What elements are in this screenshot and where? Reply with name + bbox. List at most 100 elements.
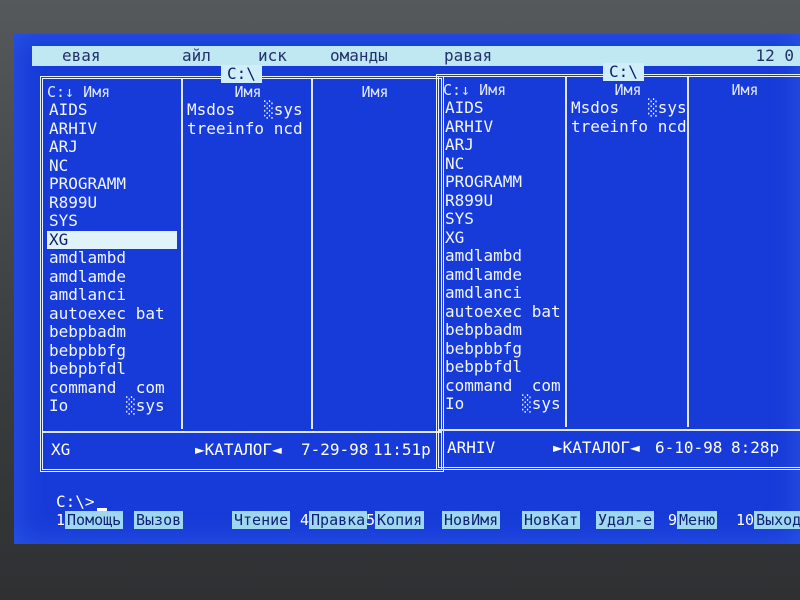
fkey-label: Меню (677, 511, 718, 529)
status-divider (43, 431, 441, 433)
fkey-number: 5 (366, 511, 376, 529)
fkey-7-button[interactable]: НовКат (522, 510, 581, 530)
menu-disk[interactable]: иск (258, 46, 287, 66)
file-entry[interactable]: bebpbfdl (47, 359, 177, 379)
file-entry[interactable]: Msdos ░sys (569, 98, 687, 118)
file-entry[interactable]: bebpbadm (47, 322, 177, 342)
file-entry[interactable]: SYS (443, 209, 563, 229)
file-entry[interactable]: Io ░sys (47, 396, 177, 416)
left-panel[interactable]: C:\ C:↓ Имя AIDS ARHIV ARJ NC PROGRAMM R899U S… (40, 65, 444, 472)
fkey-10-button[interactable]: 10 Выход (736, 510, 800, 530)
left-col-1: C:↓ Имя AIDS ARHIV ARJ NC PROGRAMM R899U SYS XG… (47, 83, 177, 427)
fkey-label: НовИмя (442, 511, 501, 529)
file-entry[interactable]: amdlamde (47, 267, 177, 287)
file-entry[interactable]: amdlambd (443, 246, 563, 266)
fkey-8-button[interactable]: Удал-е (596, 510, 655, 530)
file-entry[interactable]: command com (443, 376, 563, 396)
file-entry[interactable]: AIDS (443, 98, 563, 118)
fkey-2-button[interactable]: Вызов (134, 510, 184, 530)
file-entry[interactable]: amdlanci (443, 283, 563, 303)
file-entry[interactable]: PROGRAMM (47, 174, 177, 194)
right-status-line: ARHIV ►КАТАЛОГ◄ 6-10-98 8:28p (439, 435, 800, 461)
right-drive-label: C:\ (603, 63, 644, 81)
right-col-1: C:↓ Имя AIDS ARHIV ARJ NC PROGRAMM R899U SYS XG… (443, 81, 563, 425)
fkey-4-button[interactable]: 4 Правка (300, 510, 368, 530)
column-divider (311, 79, 313, 429)
file-entry[interactable]: autoexec bat (443, 302, 563, 322)
right-panel[interactable]: C:\ C:↓ Имя AIDS ARHIV ARJ NC PROGRAMM R899U S… (436, 63, 800, 470)
left-status-line: XG ►КАТАЛОГ◄ 7-29-98 11:51p (43, 437, 441, 463)
fkey-label: Выход (754, 511, 800, 529)
file-entry[interactable]: XG (47, 230, 177, 249)
left-col-2: Имя Msdos ░sys treeinfo ncd (185, 83, 311, 427)
fkey-9-button[interactable]: 9 Меню (668, 510, 718, 530)
menu-commands[interactable]: оманды (330, 46, 388, 66)
column-header: Имя (234, 83, 262, 101)
file-entry[interactable]: amdlambd (47, 248, 177, 268)
file-entry[interactable]: command com (47, 378, 177, 398)
file-entry[interactable]: ARHIV (443, 117, 563, 137)
file-entry[interactable]: bebpbbfg (443, 339, 563, 359)
fkey-label: Правка (309, 511, 368, 529)
right-col-3: Имя (691, 81, 799, 425)
fkey-number: 9 (668, 511, 678, 529)
file-entry[interactable]: NC (47, 156, 177, 176)
fkey-label: Вызов (134, 511, 184, 529)
file-entry[interactable]: bebpbfdl (443, 357, 563, 377)
menu-left[interactable]: евая (62, 46, 101, 66)
file-entry[interactable]: ARJ (443, 135, 563, 155)
file-entry[interactable]: bebpbbfg (47, 341, 177, 361)
command-prompt[interactable]: C:\> (56, 492, 107, 511)
fkey-3-button[interactable]: Чтение (232, 510, 291, 530)
column-header: C:↓ Имя (47, 83, 111, 101)
fkey-label: Чтение (232, 511, 291, 529)
fkey-label: Помощь (65, 511, 124, 529)
fkey-number: 4 (300, 511, 310, 529)
column-divider (181, 79, 183, 429)
left-col-3: Имя (315, 83, 435, 427)
status-type: ►КАТАЛОГ◄ (195, 440, 282, 459)
menu-files[interactable]: айл (182, 46, 211, 66)
column-header: Имя (361, 83, 389, 101)
column-divider (565, 77, 567, 427)
status-time: 8:28p (731, 438, 780, 457)
file-entry[interactable]: Msdos ░sys (185, 100, 311, 120)
file-entry[interactable]: amdlamde (443, 265, 563, 285)
menu-right[interactable]: равая (444, 46, 492, 66)
status-filename: ARHIV (447, 438, 496, 457)
left-drive-label: C:\ (221, 65, 262, 83)
function-key-bar: 1 Помощь Вызов Чтение 4 Правка 5 Копия НовИмя Нов… (56, 510, 800, 530)
fkey-1-button[interactable]: 1 Помощь (56, 510, 124, 530)
column-header: Имя (731, 81, 759, 99)
file-entry[interactable]: NC (443, 154, 563, 174)
file-entry[interactable]: SYS (47, 211, 177, 231)
column-divider (687, 77, 689, 427)
file-entry[interactable]: ARHIV (47, 119, 177, 139)
fkey-6-button[interactable]: НовИмя (442, 510, 501, 530)
fkey-5-button[interactable]: 5 Копия (366, 510, 425, 530)
file-entry[interactable]: Io ░sys (443, 394, 563, 414)
menu-bar: евая айл иск оманды равая 12 0 (32, 46, 800, 66)
file-entry[interactable]: PROGRAMM (443, 172, 563, 192)
fkey-label: НовКат (522, 511, 581, 529)
file-entry[interactable]: amdlanci (47, 285, 177, 305)
file-entry[interactable]: XG (443, 228, 563, 248)
status-time: 11:51p (373, 440, 431, 459)
file-entry[interactable]: autoexec bat (47, 304, 177, 324)
status-filename: XG (51, 440, 71, 459)
file-entry[interactable]: treeinfo ncd (569, 117, 687, 137)
status-date: 7-29-98 (301, 440, 369, 459)
prompt-text: C:\> (56, 492, 95, 511)
column-header: C:↓ Имя (443, 81, 507, 99)
file-entry[interactable]: ARJ (47, 137, 177, 157)
file-entry[interactable]: treeinfo ncd (185, 119, 311, 139)
file-entry[interactable]: AIDS (47, 100, 177, 120)
fkey-label: Удал-е (596, 511, 655, 529)
file-entry[interactable]: R899U (443, 191, 563, 211)
nc-screen: евая айл иск оманды равая 12 0 C:\ C:↓ И… (14, 34, 800, 544)
status-date: 6-10-98 (655, 438, 723, 457)
fkey-number: 1 (56, 511, 66, 529)
column-header: Имя (614, 81, 642, 99)
file-entry[interactable]: R899U (47, 193, 177, 213)
file-entry[interactable]: bebpbadm (443, 320, 563, 340)
